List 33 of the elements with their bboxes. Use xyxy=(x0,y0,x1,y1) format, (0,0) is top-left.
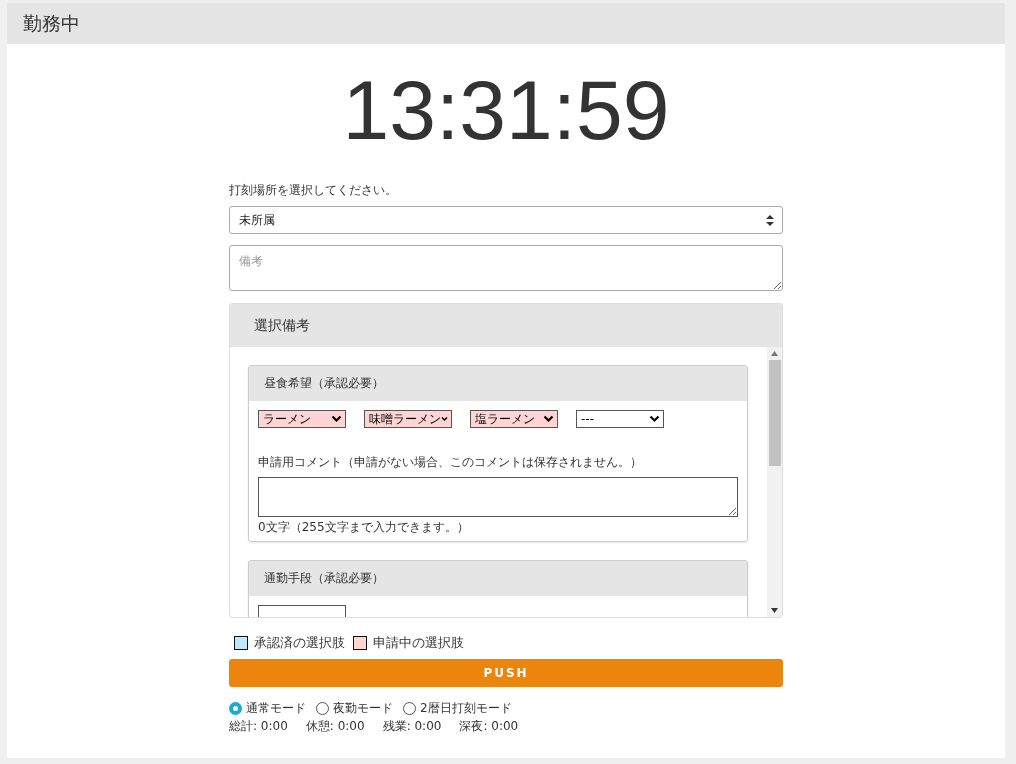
chevron-down-icon xyxy=(331,415,342,423)
sort-arrows-icon xyxy=(766,214,774,226)
total-text: 休憩: 0:00 xyxy=(305,718,365,735)
scroll-down-arrow-icon[interactable] xyxy=(771,608,778,613)
section-title: 昼食希望（承認必要） xyxy=(264,375,384,392)
location-select[interactable]: 未所属 xyxy=(229,206,783,234)
remarks-field[interactable]: 備考 xyxy=(229,245,783,291)
comment-label: 申請用コメント（申請がない場合、このコメントは保存されません。） xyxy=(258,454,643,471)
clock: 13:31:59 xyxy=(341,68,671,152)
mode-label[interactable]: 2暦日打刻モード xyxy=(420,700,512,717)
scrollbar[interactable] xyxy=(767,347,782,617)
legend-label: 承認済の選択肢 xyxy=(254,634,345,652)
mode-label[interactable]: 通常モード xyxy=(246,700,306,717)
chevron-down-icon xyxy=(649,415,660,423)
choice-select[interactable]: ラーメン xyxy=(258,410,346,428)
status-title: 勤務中 xyxy=(23,10,80,36)
choice-select[interactable]: 塩ラーメン xyxy=(470,410,558,428)
total-text: 残業: 0:00 xyxy=(382,718,442,735)
location-label: 打刻場所を選択してください。 xyxy=(229,182,398,199)
character-counter: 0文字（255文字まで入力できます。） xyxy=(258,519,470,536)
mode-label[interactable]: 夜勤モード xyxy=(333,700,393,717)
panel-title: 選択備考 xyxy=(254,316,310,335)
total-text: 総計: 0:00 xyxy=(229,718,288,735)
choice-select[interactable]: --- xyxy=(576,410,664,428)
total-text: 深夜: 0:00 xyxy=(459,718,519,735)
chevron-down-icon xyxy=(441,415,448,423)
chevron-down-icon xyxy=(543,415,554,423)
radio-button[interactable] xyxy=(229,702,242,715)
legend-label: 申請中の選択肢 xyxy=(373,634,464,652)
scroll-up-arrow-icon[interactable] xyxy=(771,351,778,356)
section-title: 通勤手段（承認必要） xyxy=(264,570,384,587)
choice-select[interactable]: 味噌ラーメン xyxy=(364,410,452,428)
comment-field[interactable] xyxy=(258,477,738,517)
